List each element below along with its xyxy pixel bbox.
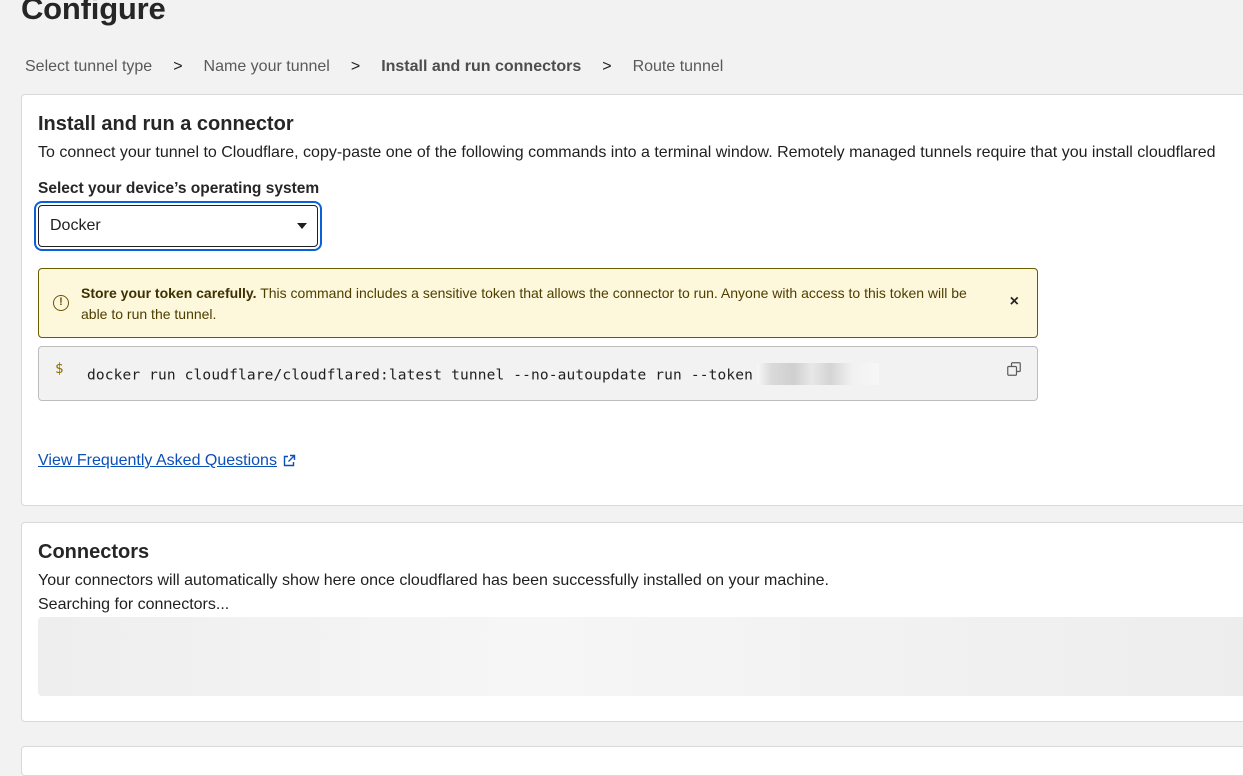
install-heading: Install and run a connector — [38, 113, 294, 135]
install-description: To connect your tunnel to Cloudflare, co… — [38, 144, 1216, 161]
command-string: docker run cloudflare/cloudflared:latest… — [87, 367, 753, 384]
step-select-tunnel-type[interactable]: Select tunnel type — [25, 58, 152, 76]
command-text[interactable]: docker run cloudflare/cloudflared:latest… — [87, 363, 879, 385]
close-icon[interactable]: × — [1010, 293, 1019, 311]
connectors-card: Connectors Your connectors will automati… — [21, 522, 1243, 722]
step-separator: > — [173, 58, 183, 75]
page-title: Configure — [21, 0, 166, 26]
faq-link-text: View Frequently Asked Questions — [38, 452, 277, 469]
os-select-label: Select your device’s operating system — [38, 180, 320, 197]
step-separator: > — [602, 58, 612, 75]
alert-title: Store your token carefully. — [81, 285, 257, 301]
token-warning-alert: ! Store your token carefully. This comma… — [38, 268, 1038, 338]
caret-down-icon — [297, 223, 307, 229]
connectors-description: Your connectors will automatically show … — [38, 572, 829, 589]
connectors-status: Searching for connectors... — [38, 596, 230, 613]
copy-icon[interactable] — [1007, 362, 1021, 376]
connectors-heading: Connectors — [38, 541, 150, 563]
step-name-your-tunnel[interactable]: Name your tunnel — [204, 58, 330, 76]
step-install-and-run-connectors[interactable]: Install and run connectors — [381, 58, 581, 76]
os-select[interactable]: Docker — [38, 205, 318, 247]
step-separator: > — [350, 58, 361, 75]
stepper: Select tunnel type > Name your tunnel > … — [25, 58, 723, 76]
os-select-value: Docker — [50, 217, 101, 234]
next-card — [21, 746, 1243, 776]
connectors-loading-skeleton — [38, 617, 1243, 696]
step-route-tunnel[interactable]: Route tunnel — [633, 58, 724, 76]
warning-circle-icon: ! — [53, 295, 69, 311]
shell-prompt: $ — [55, 361, 64, 377]
external-link-icon — [283, 454, 296, 467]
alert-text: Store your token carefully. This command… — [81, 283, 971, 325]
command-block: $ docker run cloudflare/cloudflared:late… — [38, 346, 1038, 401]
faq-link[interactable]: View Frequently Asked Questions — [38, 452, 296, 470]
install-connector-card: Install and run a connector To connect y… — [21, 94, 1243, 506]
token-redacted — [756, 363, 879, 385]
